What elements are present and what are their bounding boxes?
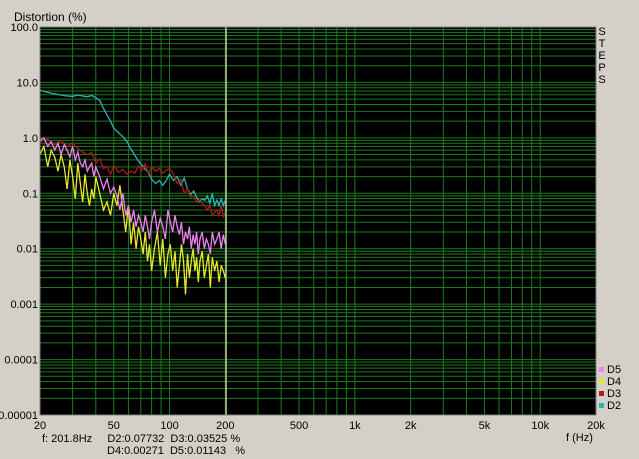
- legend-swatch-d2: [599, 403, 604, 408]
- y-tick-label: 0.001: [10, 299, 38, 311]
- legend-label-d2: D2: [607, 400, 621, 412]
- steps-letter: T: [598, 38, 606, 50]
- y-tick-label: 10.0: [17, 77, 38, 89]
- y-tick-label: 0.01: [17, 244, 38, 256]
- x-tick-label: 5k: [479, 420, 491, 432]
- y-tick-label: 0.0001: [4, 355, 38, 367]
- cursor-readout-line2: D4:0.00271 D5:0.01143 %: [107, 445, 246, 457]
- distortion-chart: 20 50 100 200 500 1k 2k 5k 10k 20k100.010.01.00.1…: [0, 22, 621, 432]
- steps-letter: P: [598, 62, 606, 74]
- legend-label-d5: D5: [607, 364, 621, 376]
- x-tick-label: 20k: [587, 420, 605, 432]
- legend-swatch-d4: [599, 379, 604, 384]
- y-axis-title: Distortion (%): [14, 10, 87, 24]
- steps-letter: S: [598, 26, 606, 38]
- steps-letter: S: [598, 74, 606, 86]
- x-tick-label: 50: [108, 420, 120, 432]
- x-tick-label: 200: [216, 420, 234, 432]
- legend-label-d4: D4: [607, 376, 621, 388]
- legend-label-d3: D3: [607, 388, 621, 400]
- legend-swatch-d3: [599, 391, 604, 396]
- x-tick-label: 2k: [405, 420, 417, 432]
- x-tick-label: 1k: [349, 420, 361, 432]
- x-tick-label: 500: [290, 420, 308, 432]
- y-tick-label: 0.1: [23, 188, 38, 200]
- x-axis-unit: f (Hz): [566, 432, 593, 444]
- x-tick-label: 100: [160, 420, 178, 432]
- legend-swatch-d5: [599, 367, 604, 372]
- x-tick-label: 10k: [531, 420, 549, 432]
- y-tick-label: 0.00001: [0, 410, 38, 422]
- y-tick-label: 1.0: [23, 133, 38, 145]
- cursor-readout-line1: f: 201.8Hz D2:0.07732 D3:0.03525 %: [42, 433, 241, 445]
- steps-label[interactable]: STEPS: [597, 26, 607, 86]
- steps-letter: E: [598, 50, 606, 62]
